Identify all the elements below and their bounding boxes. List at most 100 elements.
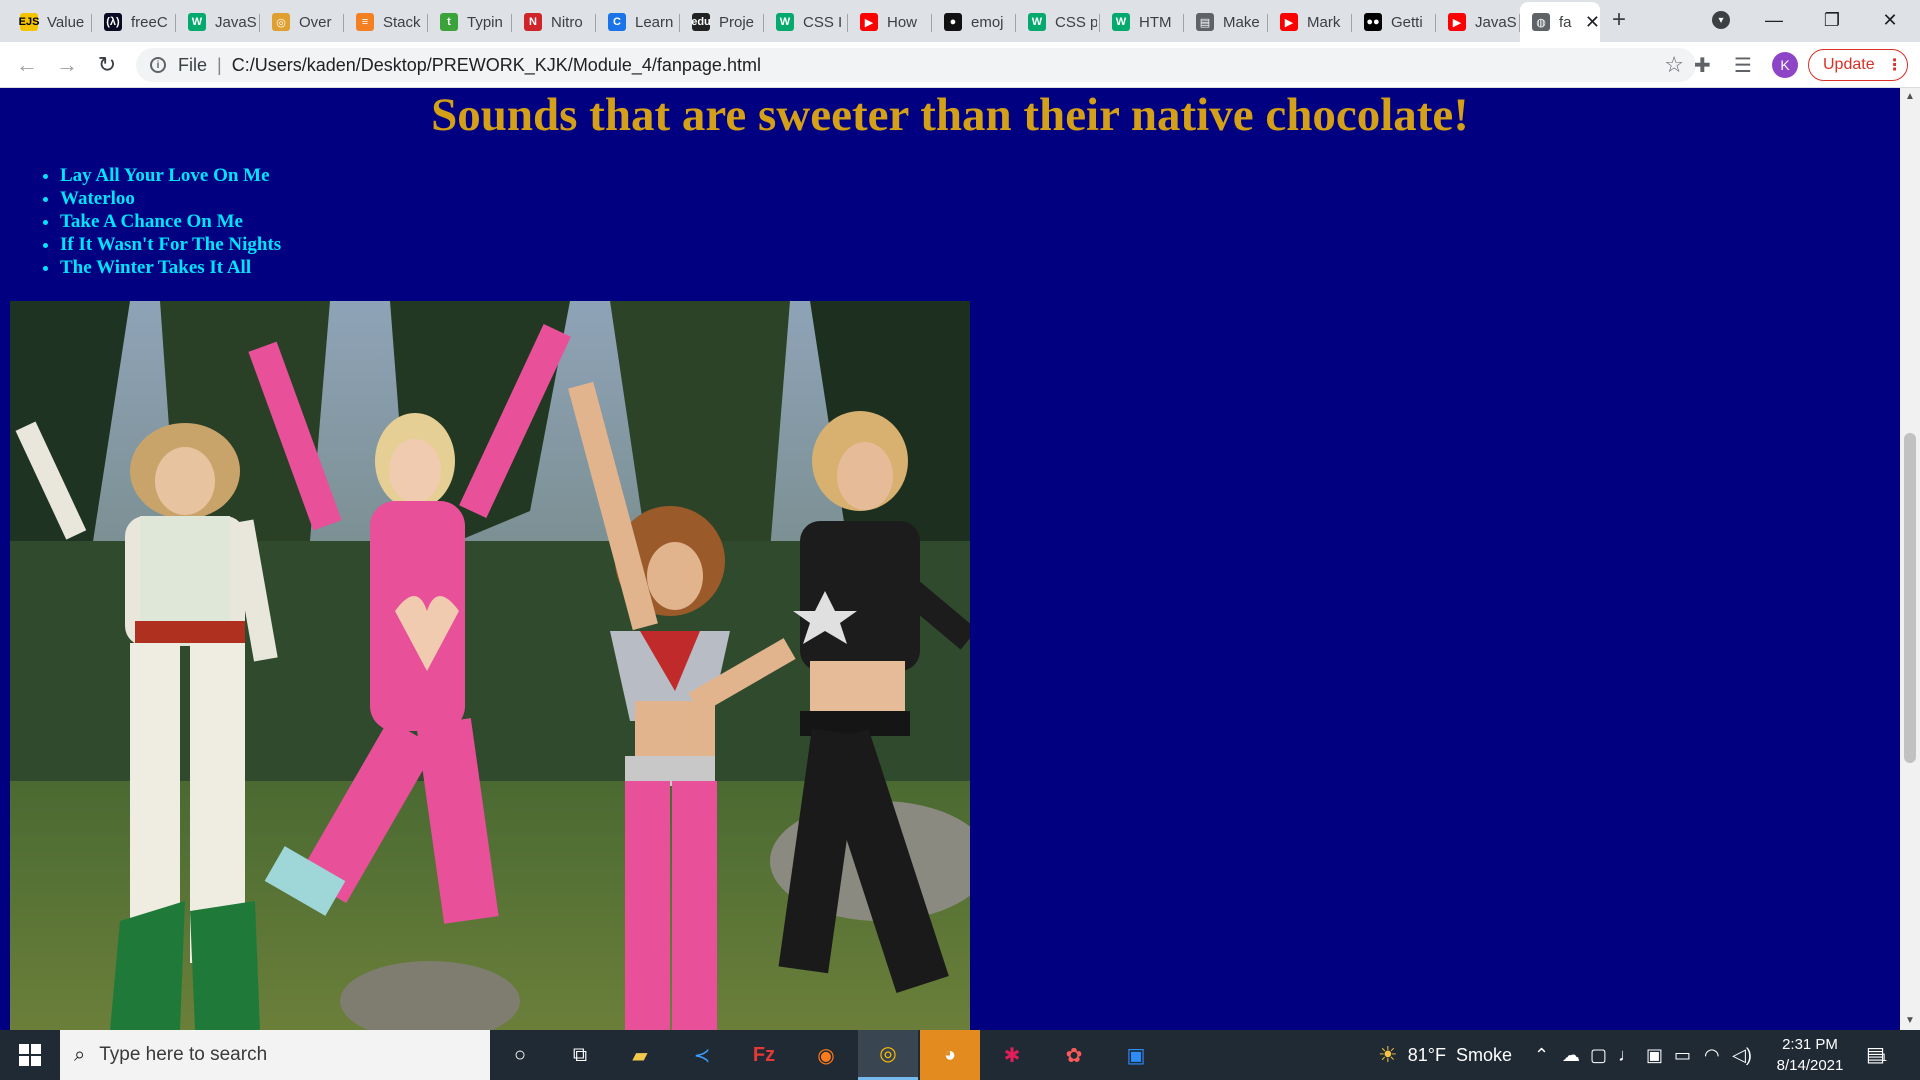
tab-title: fa: [1559, 13, 1572, 31]
tab-title: Stack: [383, 13, 421, 31]
youtube-icon: ▶: [1448, 13, 1466, 31]
tab-strip: EJS Value (λ) freeC W JavaS ◎ Over ≡ Stack t Typin N…: [0, 0, 1920, 42]
microphone-icon[interactable]: ♩: [1618, 1030, 1636, 1080]
taskbar-search-box[interactable]: ⌕ Type here to search: [60, 1030, 490, 1080]
camera-icon[interactable]: ▣: [1646, 1030, 1663, 1080]
document-icon: ▤: [1196, 13, 1214, 31]
nitro-icon: N: [524, 13, 542, 31]
browser-tab[interactable]: N Nitro: [512, 4, 596, 40]
address-bar[interactable]: i File | C:/Users/kaden/Desktop/PREWORK_…: [136, 48, 1696, 82]
scroll-down-arrow-icon[interactable]: ▼: [1900, 1012, 1920, 1030]
battery-icon[interactable]: ▭: [1674, 1030, 1691, 1080]
tab-title: Proje: [719, 13, 755, 31]
tab-title: Nitro: [551, 13, 583, 31]
onedrive-icon[interactable]: ☁: [1562, 1030, 1580, 1080]
tab-title: Learn: [635, 13, 674, 31]
discord-icon[interactable]: ◕: [920, 1030, 980, 1080]
weather-widget[interactable]: ☀ 81°F Smoke: [1378, 1030, 1512, 1080]
new-tab-button[interactable]: +: [1612, 6, 1626, 34]
url-text[interactable]: C:/Users/kaden/Desktop/PREWORK_KJK/Modul…: [232, 55, 761, 76]
browser-tab[interactable]: t Typin: [428, 4, 512, 40]
w3schools-icon: W: [776, 13, 794, 31]
browser-tab[interactable]: ≡ Stack: [344, 4, 428, 40]
start-button[interactable]: [0, 1030, 60, 1080]
browser-tab[interactable]: ◎ Over: [260, 4, 344, 40]
profile-avatar[interactable]: K: [1772, 52, 1798, 78]
info-icon[interactable]: i: [150, 57, 166, 73]
update-label: Update: [1823, 56, 1875, 73]
reload-button[interactable]: ↻: [92, 50, 122, 80]
url-scheme-label: File: [178, 54, 208, 75]
url-separator: |: [217, 54, 222, 75]
freecodecamp-icon: (λ): [104, 13, 122, 31]
browser-tab[interactable]: edu Proje: [680, 4, 764, 40]
band-photo-illustration: [10, 301, 970, 1030]
taskbar-clock[interactable]: 2:31 PM 8/14/2021: [1768, 1034, 1852, 1076]
show-hidden-icons-icon[interactable]: ⌃: [1534, 1030, 1549, 1080]
browser-tab[interactable]: ▤ Make: [1184, 4, 1268, 40]
close-window-button[interactable]: ✕: [1862, 4, 1918, 36]
tab-title: HTM: [1139, 13, 1172, 31]
color-picker-icon[interactable]: ✿: [1044, 1030, 1104, 1080]
song-item: Lay All Your Love On Me: [60, 164, 281, 187]
browser-tab[interactable]: (λ) freeC: [92, 4, 176, 40]
browser-tab[interactable]: ▶ JavaS: [1436, 4, 1520, 40]
back-button[interactable]: ←: [12, 50, 42, 80]
menu-dots-icon[interactable]: ⋮: [1887, 55, 1903, 75]
chrome-taskbar-icon[interactable]: ◎: [858, 1030, 918, 1080]
tab-title: How: [887, 13, 918, 31]
page-viewport: Sounds that are sweeter than their nativ…: [0, 88, 1900, 1030]
browser-tab[interactable]: ● emoj: [932, 4, 1016, 40]
meet-now-icon[interactable]: ▢: [1590, 1030, 1607, 1080]
filezilla-icon[interactable]: Fz: [734, 1030, 794, 1080]
page-scrollbar[interactable]: ▲ ▼: [1900, 88, 1920, 1030]
browser-tab[interactable]: W CSS I: [764, 4, 848, 40]
tab-title: JavaS: [215, 13, 257, 31]
w3schools-icon: W: [188, 13, 206, 31]
tab-title: Over: [299, 13, 332, 31]
taskbar-search-placeholder: Type here to search: [99, 1044, 268, 1065]
bookmark-star-icon[interactable]: ☆: [1664, 52, 1684, 78]
browser-tab[interactable]: W CSS p: [1016, 4, 1100, 40]
stackoverflow-icon: ≡: [356, 13, 374, 31]
w3schools-icon: W: [1028, 13, 1046, 31]
minimize-button[interactable]: —: [1746, 4, 1802, 36]
scroll-thumb[interactable]: [1904, 433, 1916, 763]
notification-count: 1: [1880, 1052, 1888, 1064]
file-explorer-icon[interactable]: ▰: [610, 1030, 670, 1080]
browser-tab[interactable]: ▶ How: [848, 4, 932, 40]
learn-icon: C: [608, 13, 626, 31]
volume-icon[interactable]: ◁): [1732, 1030, 1752, 1080]
update-button[interactable]: Update ⋮: [1808, 49, 1908, 81]
weather-sun-icon: ☀: [1378, 1042, 1398, 1067]
wifi-icon[interactable]: ◠: [1704, 1030, 1720, 1080]
close-tab-icon[interactable]: ✕: [1585, 12, 1600, 33]
typing-icon: t: [440, 13, 458, 31]
extensions-icon[interactable]: ✚: [1694, 53, 1711, 78]
browser-tab[interactable]: ◍ fa ✕: [1520, 2, 1600, 42]
firefox-icon[interactable]: ◉: [796, 1030, 856, 1080]
browser-tab[interactable]: ●● Getti: [1352, 4, 1436, 40]
slack-icon[interactable]: ✱: [982, 1030, 1042, 1080]
task-view-icon[interactable]: ⧉: [550, 1030, 610, 1080]
media-controls-icon[interactable]: ☰: [1734, 53, 1752, 78]
tab-search-icon[interactable]: ▾: [1712, 11, 1730, 29]
forward-button[interactable]: →: [52, 50, 82, 80]
band-photo: [10, 301, 970, 1030]
zoom-icon[interactable]: ▣: [1106, 1030, 1166, 1080]
restore-button[interactable]: ❐: [1804, 4, 1860, 36]
browser-tab[interactable]: C Learn: [596, 4, 680, 40]
tab-title: emoj: [971, 13, 1004, 31]
vscode-icon[interactable]: ≺: [672, 1030, 732, 1080]
scroll-up-arrow-icon[interactable]: ▲: [1900, 88, 1920, 106]
tab-title: JavaS: [1475, 13, 1517, 31]
browser-tab[interactable]: ▶ Mark: [1268, 4, 1352, 40]
notification-center-icon[interactable]: ▤1: [1866, 1042, 1887, 1067]
cortana-icon[interactable]: ○: [490, 1030, 550, 1080]
medium-icon: ●●: [1364, 13, 1382, 31]
browser-tab[interactable]: W JavaS: [176, 4, 260, 40]
browser-tab[interactable]: EJS Value: [8, 4, 92, 40]
browser-tab[interactable]: W HTM: [1100, 4, 1184, 40]
clock-date: 8/14/2021: [1776, 1057, 1844, 1074]
github-icon: ●: [944, 13, 962, 31]
